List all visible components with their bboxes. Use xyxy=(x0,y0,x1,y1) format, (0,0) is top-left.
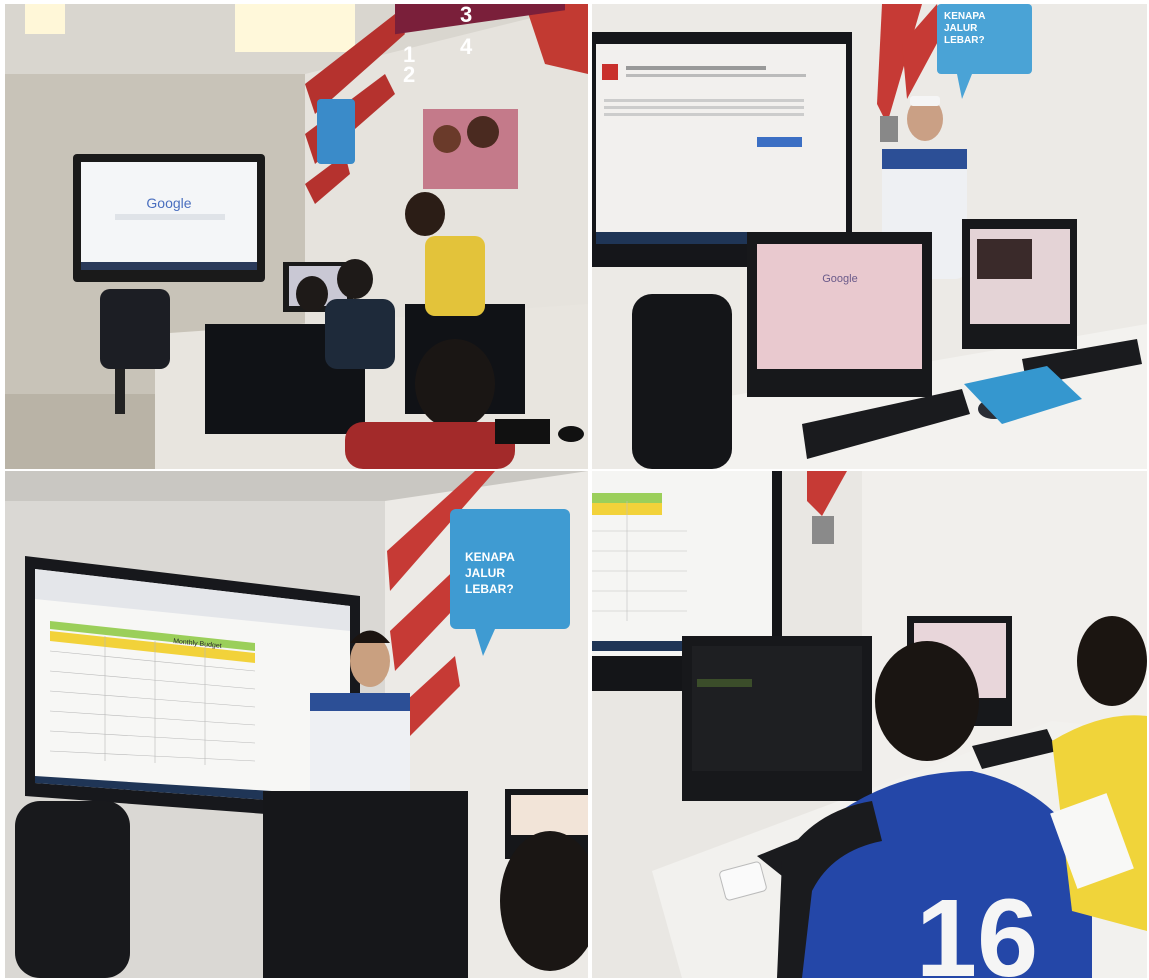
person-yellow-head xyxy=(405,192,445,236)
bubble-line-1: KENAPA xyxy=(944,11,985,22)
photo-bottom-left: KENAPA JALUR LEBAR? Monthly Budget xyxy=(5,471,588,978)
monitor-front xyxy=(263,791,468,978)
download-icon xyxy=(602,64,618,80)
person-red-shirt xyxy=(345,422,515,469)
person-front-head xyxy=(415,339,495,429)
bubble-line-3: LEBAR? xyxy=(465,582,514,596)
bubble-line-1: KENAPA xyxy=(465,550,515,564)
google-logo-text: Google xyxy=(146,195,191,211)
monitor-center-screen xyxy=(757,244,922,369)
blue-bubble xyxy=(317,99,355,164)
screen-button xyxy=(757,137,802,147)
photo-bottom-right: 16 xyxy=(592,471,1147,978)
photo-top-left: 1 2 3 4 Google xyxy=(5,4,588,469)
instructor-cap xyxy=(910,96,940,106)
bubble-line-3: LEBAR? xyxy=(944,35,985,46)
bubble-line-2: JALUR xyxy=(944,23,978,34)
chair xyxy=(100,289,170,369)
photo-bottom-right-scene: 16 xyxy=(592,471,1147,978)
sign-number-3: 3 xyxy=(460,4,472,27)
student-blue-head xyxy=(875,641,979,761)
person-yellow-shirt xyxy=(425,236,485,316)
sign-number-2: 2 xyxy=(403,62,415,87)
student-yellow-head xyxy=(1077,616,1147,706)
photo-bottom-left-scene: KENAPA JALUR LEBAR? Monthly Budget xyxy=(5,471,588,978)
jersey-number: 16 xyxy=(916,877,1038,978)
photo-top-right-scene: KENAPA JALUR LEBAR? Google xyxy=(592,4,1147,469)
google-logo-text: Google xyxy=(822,273,857,285)
photo-top-right: KENAPA JALUR LEBAR? Google xyxy=(592,4,1147,469)
photo-top-left-scene: 1 2 3 4 Google xyxy=(5,4,588,469)
bubble-line-2: JALUR xyxy=(465,566,505,580)
sign-number-4: 4 xyxy=(460,34,473,59)
chair xyxy=(15,801,130,978)
chair xyxy=(632,294,732,469)
